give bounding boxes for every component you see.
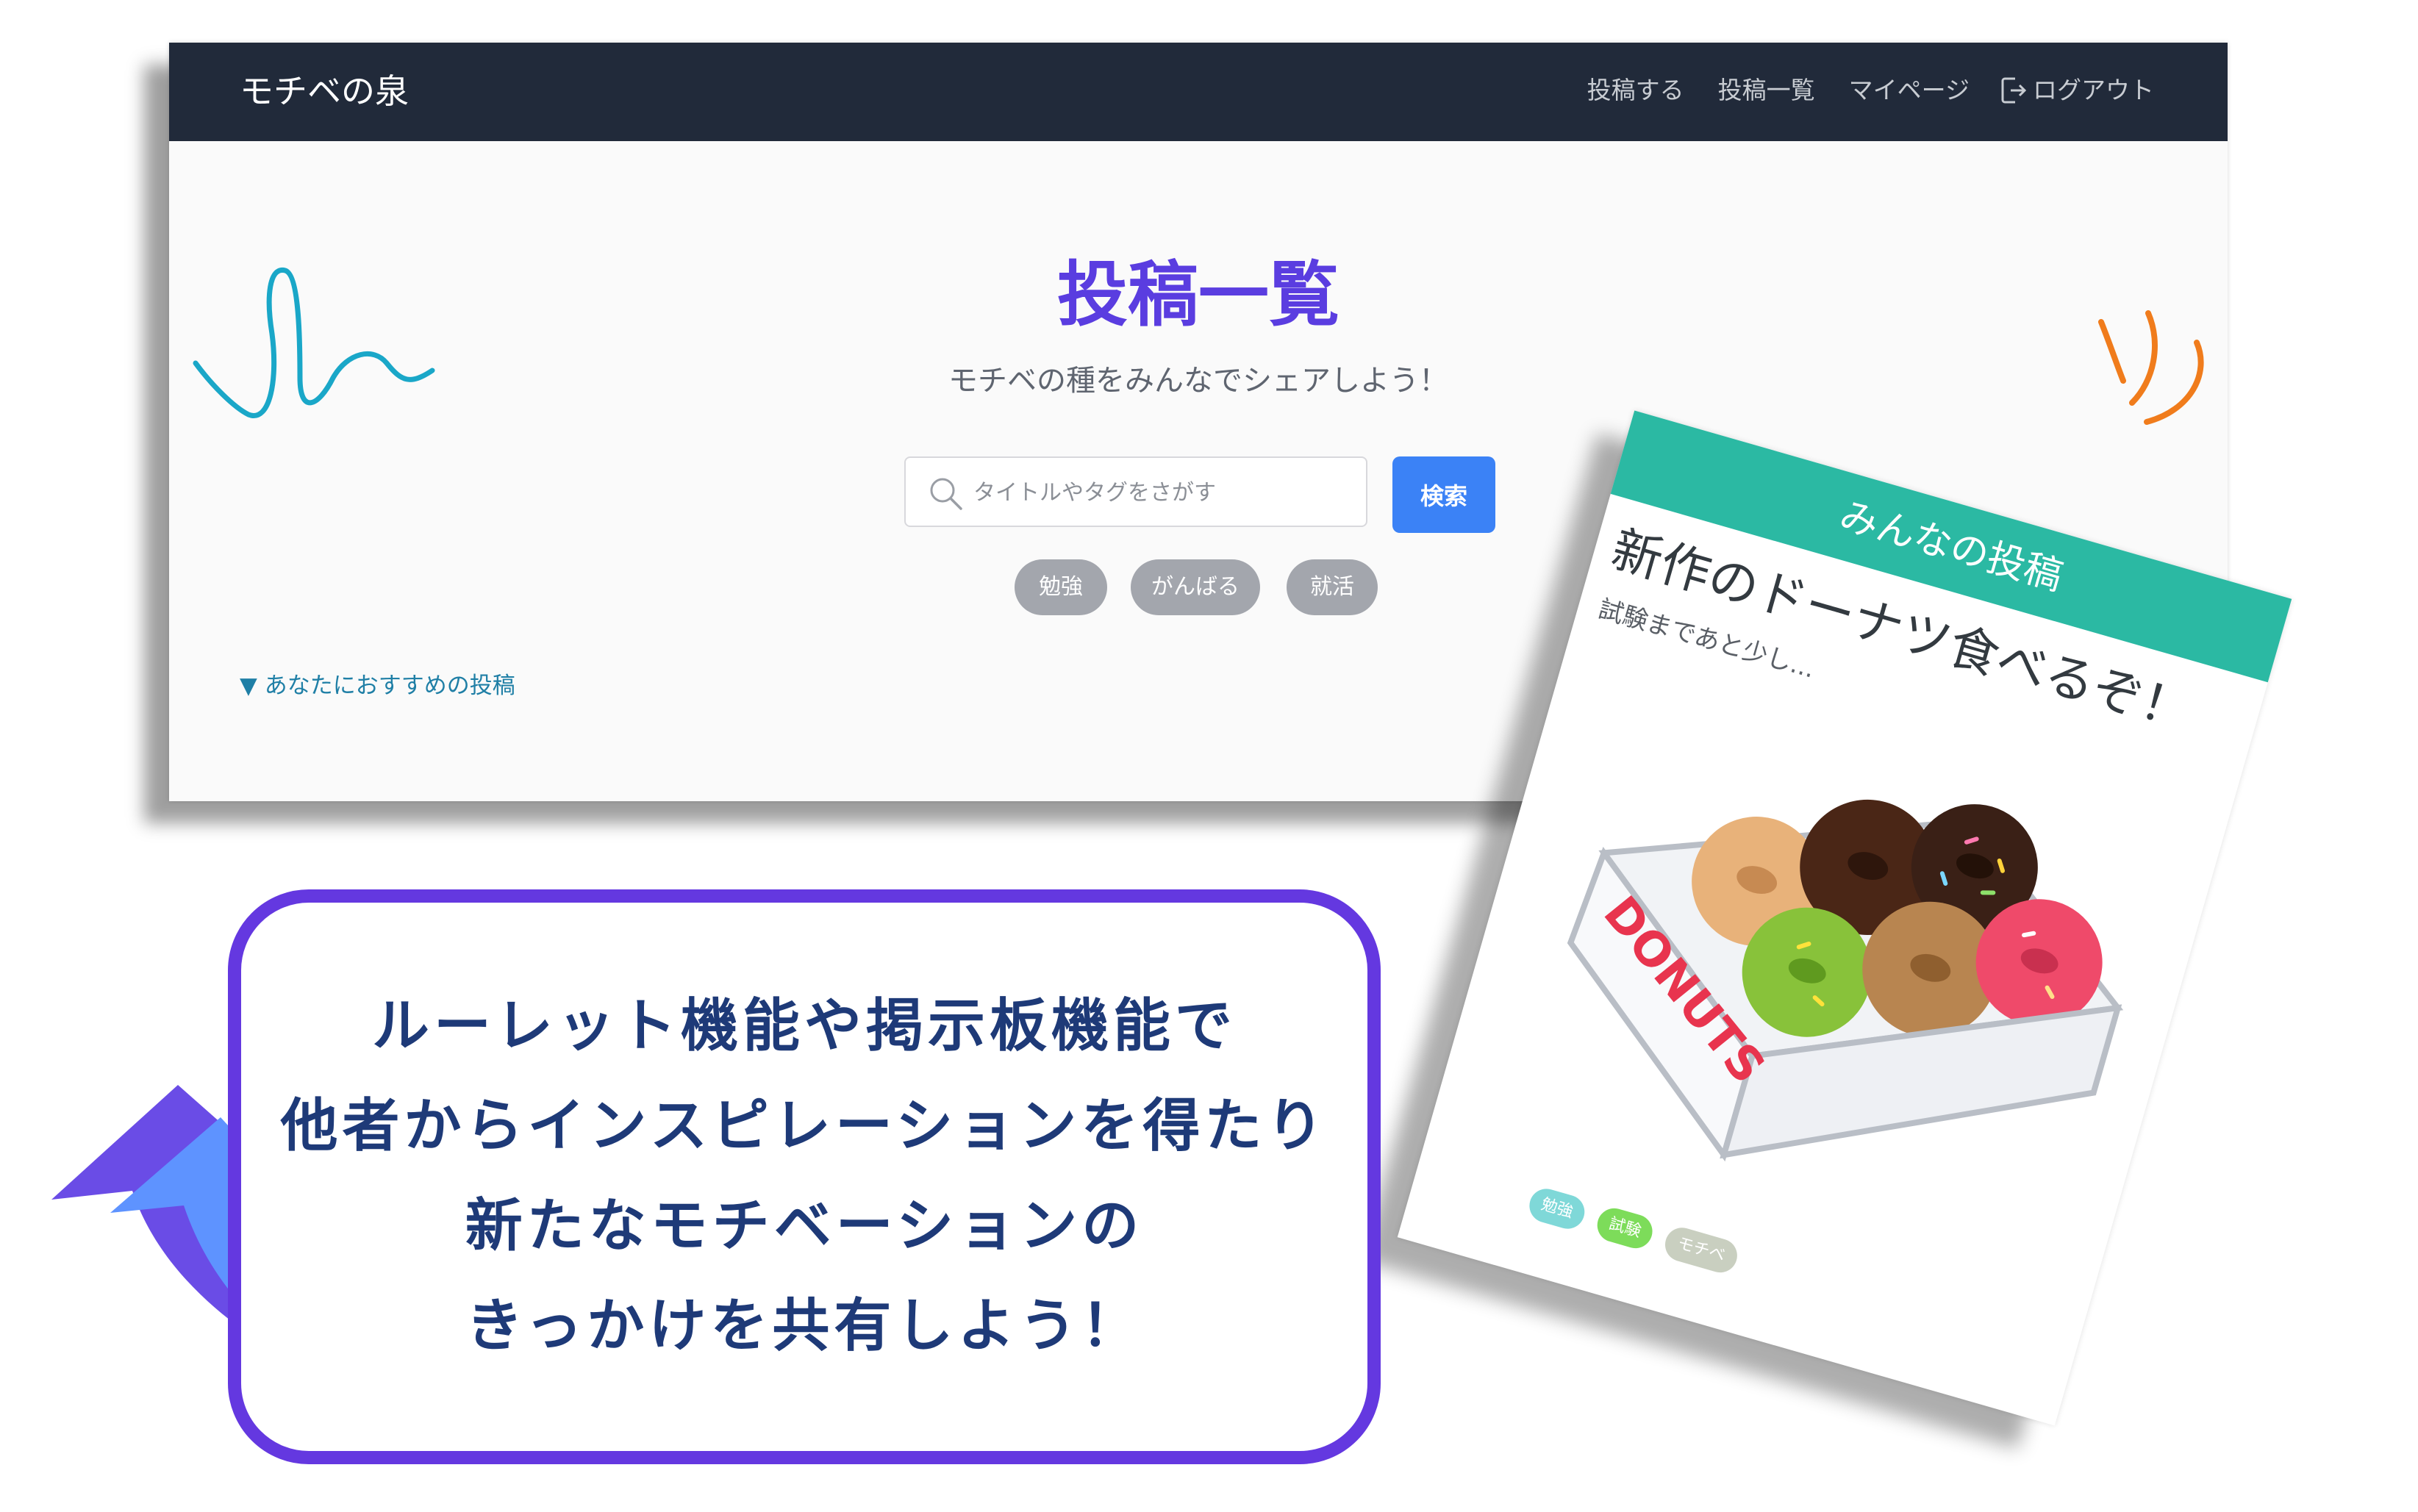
tag-study[interactable]: 勉強: [1015, 559, 1107, 615]
nav-links: 投稿する 投稿一覧 マイページ ログアウト: [1553, 72, 2154, 109]
nav-link-logout[interactable]: ログアウト: [2000, 72, 2154, 109]
page-subtitle: モチベの種をみんなでシェアしよう！: [948, 364, 1448, 398]
logout-label: ログアウト: [2033, 76, 2154, 104]
search-box: [904, 456, 1367, 527]
callout-line-4: きっかけを共有しよう！: [465, 1293, 1143, 1359]
card-tag-exam[interactable]: 試験: [1593, 1204, 1656, 1253]
navbar: モチベの泉 投稿する 投稿一覧 マイページ ログアウト: [169, 43, 2228, 141]
callout-line-1: ルーレット機能や掲示板機能で: [371, 993, 1237, 1059]
nav-link-mypage[interactable]: マイページ: [1849, 72, 1970, 109]
callout-box: ルーレット機能や掲示板機能で 他者からインスピレーションを得たり 新たなモチベー…: [228, 889, 1381, 1464]
brand-logo[interactable]: モチベの泉: [240, 69, 409, 113]
page-title: 投稿一覧: [1057, 254, 1339, 336]
tag-ganbaru[interactable]: がんばる: [1131, 559, 1260, 615]
callout-line-2: 他者からインスピレーションを得たり: [280, 1093, 1328, 1159]
logout-icon: [2001, 77, 2027, 104]
card-tag-motive[interactable]: モチベ: [1661, 1223, 1742, 1277]
tag-job-hunting[interactable]: 就活: [1287, 559, 1378, 615]
search-input[interactable]: [972, 471, 1357, 514]
nav-link-post-list[interactable]: 投稿一覧: [1718, 72, 1815, 109]
search-icon: [930, 478, 962, 510]
card-tag-study[interactable]: 勉強: [1525, 1184, 1589, 1233]
donut-box-illustration: DONUTS: [1567, 799, 2124, 1162]
search-button[interactable]: 検索: [1392, 456, 1495, 533]
recommended-posts-toggle[interactable]: ▼ あなたにおすすめの投稿: [240, 670, 515, 702]
nav-link-new-post[interactable]: 投稿する: [1587, 72, 1684, 109]
callout-line-3: 新たなモチベーションの: [465, 1193, 1144, 1259]
